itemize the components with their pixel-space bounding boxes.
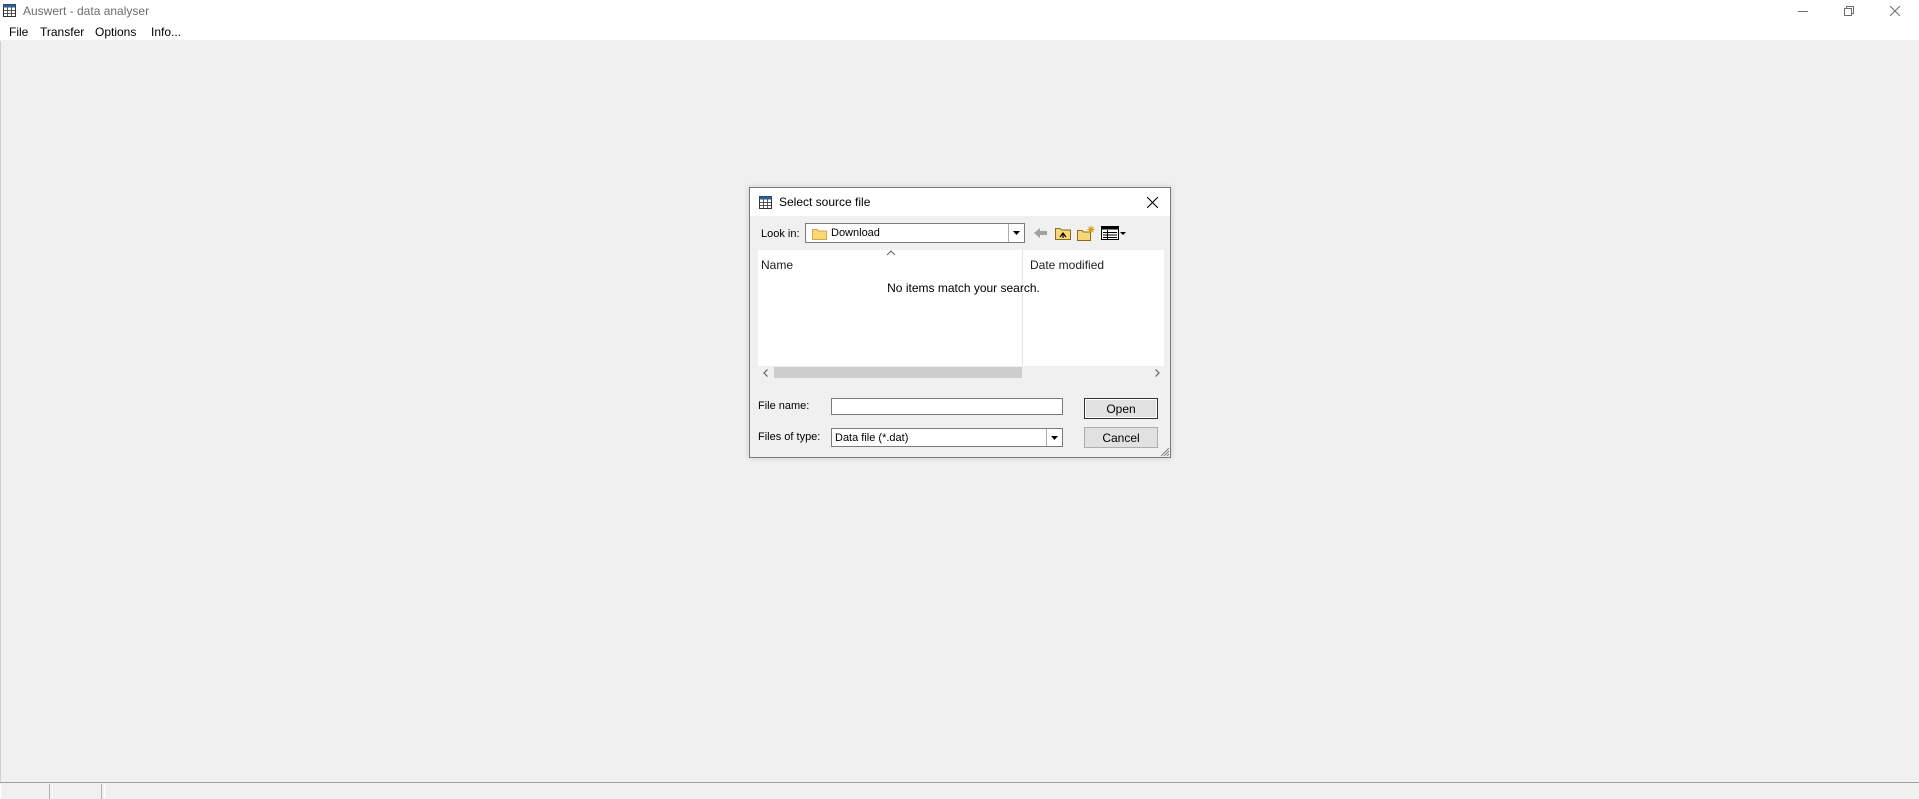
look-in-label: Look in:: [761, 228, 800, 240]
look-in-dropdown[interactable]: Download: [805, 223, 1025, 243]
table-grid-icon: [759, 196, 772, 209]
table-grid-icon: [3, 4, 16, 17]
chevron-down-icon: [1051, 435, 1058, 440]
chevron-right-icon: [1154, 368, 1160, 377]
column-divider[interactable]: [1022, 250, 1023, 366]
minimize-icon: [1797, 11, 1808, 12]
file-list[interactable]: Name Date modified No items match your s…: [758, 250, 1164, 379]
restore-button[interactable]: [1826, 0, 1871, 22]
chevron-down-icon: [1013, 231, 1020, 235]
look-in-dropdown-button[interactable]: [1008, 224, 1024, 242]
resize-grip-icon[interactable]: [1158, 445, 1170, 457]
column-header-name[interactable]: Name: [761, 258, 793, 272]
new-folder-button[interactable]: [1076, 224, 1096, 242]
cancel-button[interactable]: Cancel: [1084, 427, 1158, 448]
scroll-right-button[interactable]: [1150, 366, 1164, 379]
files-of-type-label: Files of type:: [758, 431, 821, 443]
file-name-label: File name:: [758, 400, 810, 412]
horizontal-scrollbar[interactable]: [758, 366, 1164, 379]
scrollbar-thumb[interactable]: [774, 367, 1022, 378]
folder-icon: [812, 229, 827, 240]
dialog-title: Select source file: [779, 195, 871, 209]
files-of-type-dropdown-button[interactable]: [1046, 429, 1062, 446]
status-pane: [52, 784, 102, 799]
close-icon: [1146, 196, 1158, 208]
look-in-value: Download: [831, 227, 880, 239]
back-arrow-icon: [1034, 228, 1047, 238]
menu-options[interactable]: Options: [95, 25, 136, 39]
up-folder-button[interactable]: [1054, 224, 1072, 242]
title-bar[interactable]: Auswert - data analyser: [0, 0, 1919, 22]
files-of-type-dropdown[interactable]: Data file (*.dat): [831, 428, 1063, 447]
close-icon: [1889, 6, 1900, 16]
view-menu-icon: [1101, 226, 1126, 240]
status-bar: [0, 782, 1919, 799]
open-button[interactable]: Open: [1084, 398, 1158, 419]
sort-ascending-icon: [886, 250, 896, 256]
minimize-button[interactable]: [1780, 0, 1825, 22]
scroll-left-button[interactable]: [758, 366, 772, 379]
menu-info[interactable]: Info...: [151, 25, 181, 39]
file-name-input[interactable]: [831, 398, 1063, 415]
menu-file[interactable]: File: [9, 25, 28, 39]
chevron-left-icon: [762, 368, 768, 377]
column-header-date-modified[interactable]: Date modified: [1030, 258, 1104, 272]
dialog-close-button[interactable]: [1139, 192, 1165, 212]
restore-icon: [1843, 6, 1854, 16]
empty-list-message: No items match your search.: [887, 281, 1040, 295]
select-source-file-dialog: Select source file Look in: Download Nam…: [749, 187, 1171, 458]
menu-transfer[interactable]: Transfer: [40, 25, 84, 39]
new-folder-icon: [1077, 225, 1095, 241]
back-button[interactable]: [1032, 224, 1050, 242]
close-window-button[interactable]: [1872, 0, 1917, 22]
menu-bar: File Transfer Options Info...: [0, 22, 1919, 41]
status-pane: [0, 784, 50, 799]
up-folder-icon: [1055, 228, 1071, 240]
files-of-type-value: Data file (*.dat): [835, 432, 909, 444]
app-window: Auswert - data analyser File Transfer Op…: [0, 0, 1919, 799]
window-title: Auswert - data analyser: [23, 4, 150, 18]
dialog-title-bar[interactable]: Select source file: [750, 188, 1170, 216]
view-menu-button[interactable]: [1100, 224, 1128, 242]
status-pane: [104, 784, 1919, 799]
